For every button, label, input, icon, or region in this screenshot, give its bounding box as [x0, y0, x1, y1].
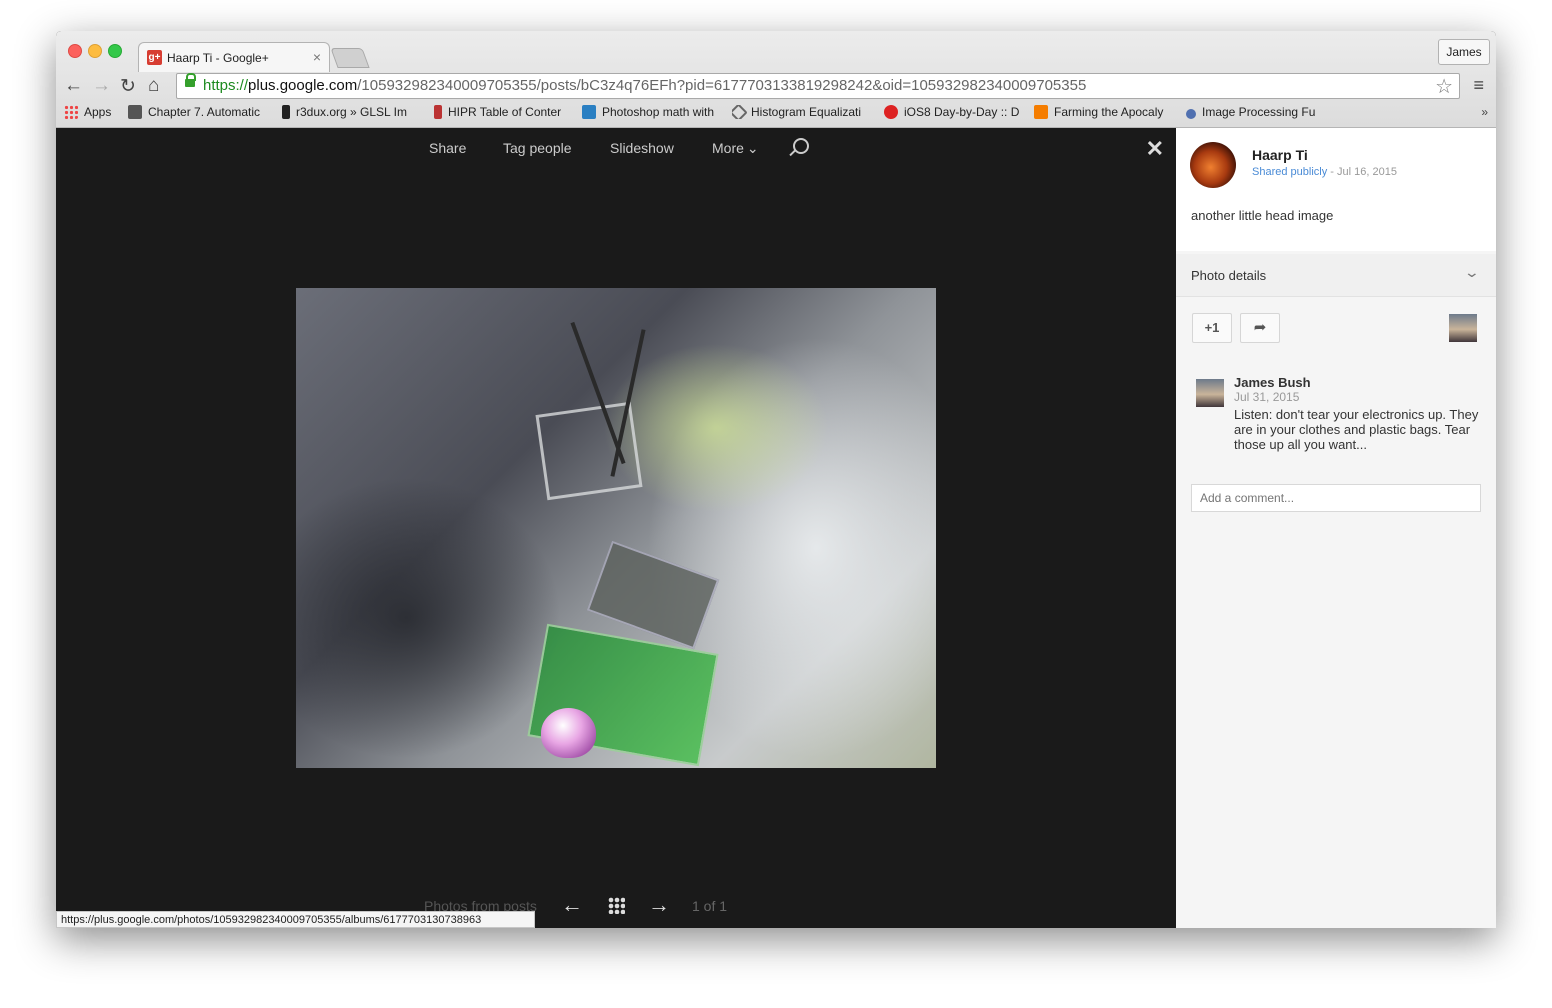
bookmark-ios8[interactable]: iOS8 Day-by-Day :: D — [884, 105, 1022, 119]
profile-button[interactable]: James — [1438, 39, 1490, 65]
reload-icon[interactable]: ↻ — [120, 75, 136, 98]
forward-arrow-icon[interactable]: → — [92, 75, 111, 97]
minimize-window-button[interactable] — [88, 44, 102, 58]
bookmark-farming[interactable]: Farming the Apocaly — [1034, 105, 1172, 119]
share-link[interactable]: Share — [429, 140, 466, 156]
share-button[interactable]: ➦ — [1240, 313, 1280, 343]
bookmark-histogram[interactable]: Histogram Equalizati — [732, 105, 870, 119]
zoom-icon[interactable] — [793, 138, 809, 154]
bookmarks-bar: Apps Chapter 7. Automatic r3dux.org » GL… — [62, 103, 1492, 123]
post-text: another little head image — [1191, 208, 1334, 223]
chevron-down-icon: ⌄ — [1463, 264, 1481, 280]
commenter-name[interactable]: James Bush — [1234, 375, 1311, 390]
photo-viewer: Share Tag people Slideshow More ⌄ ✕ Photo… — [56, 128, 1176, 928]
author-name[interactable]: Haarp Ti — [1252, 147, 1308, 163]
comment-date: Jul 31, 2015 — [1234, 390, 1300, 404]
status-bar-url: https://plus.google.com/photos/105932982… — [56, 911, 535, 928]
lock-icon — [185, 73, 196, 87]
photo-count: 1 of 1 — [692, 898, 728, 914]
address-bar[interactable]: https://plus.google.com/1059329823400097… — [176, 73, 1460, 99]
r3dux-icon — [282, 105, 290, 119]
grid-view-icon[interactable] — [608, 897, 625, 914]
bookmark-image-processing[interactable]: Image Processing Fu — [1186, 105, 1322, 119]
close-viewer-icon[interactable]: ✕ — [1146, 136, 1164, 162]
bookmarks-overflow-icon[interactable]: » — [1481, 105, 1488, 119]
hipr-icon — [434, 105, 442, 119]
plus-one-button[interactable]: +1 — [1192, 313, 1232, 343]
sale-badge-icon — [884, 105, 898, 119]
page-thumbnail-icon — [128, 105, 142, 119]
google-plus-favicon-icon: g+ — [147, 50, 162, 65]
bookmark-hipr[interactable]: HIPR Table of Conter — [434, 105, 568, 119]
tab-close-icon[interactable]: × — [313, 49, 321, 65]
blogger-icon — [1034, 105, 1048, 119]
bookmark-photoshop-math[interactable]: Photoshop math with — [582, 105, 720, 119]
browser-window: g+ Haarp Ti - Google+ × James ← → ↻ ⌂ ht… — [56, 31, 1496, 928]
photo-detail-light — [541, 708, 596, 758]
bookmark-r3dux[interactable]: r3dux.org » GLSL Im — [282, 105, 418, 119]
bookmark-chapter-7[interactable]: Chapter 7. Automatic — [128, 105, 268, 119]
zoom-window-button[interactable] — [108, 44, 122, 58]
browser-tab[interactable]: g+ Haarp Ti - Google+ × — [138, 42, 330, 72]
bookmark-star-icon[interactable]: ☆ — [1435, 74, 1453, 99]
post-header: Haarp Ti Shared publicly - Jul 16, 2015 … — [1176, 128, 1496, 251]
photo-details-label: Photo details — [1191, 268, 1267, 283]
bookmark-apps[interactable]: Apps — [64, 105, 124, 119]
next-photo-arrow-icon[interactable]: → — [648, 892, 670, 918]
plus-oner-avatar[interactable] — [1449, 314, 1477, 342]
post-sidebar: Haarp Ti Shared publicly - Jul 16, 2015 … — [1176, 128, 1496, 928]
post-photo[interactable] — [296, 288, 936, 768]
more-menu[interactable]: More ⌄ — [712, 140, 759, 157]
chevron-down-icon: ⌄ — [746, 140, 759, 156]
post-date: - Jul 16, 2015 — [1327, 166, 1397, 178]
url-text: https://plus.google.com/1059329823400097… — [203, 77, 1087, 94]
tag-people-link[interactable]: Tag people — [503, 140, 572, 156]
back-arrow-icon[interactable]: ← — [64, 75, 83, 97]
tab-title: Haarp Ti - Google+ — [167, 51, 269, 65]
slideshow-link[interactable]: Slideshow — [610, 140, 674, 156]
new-tab-button[interactable] — [330, 48, 370, 68]
share-arrow-icon: ➦ — [1253, 319, 1267, 336]
diamond-icon — [732, 105, 748, 119]
globe-icon — [1186, 109, 1196, 119]
close-window-button[interactable] — [68, 44, 82, 58]
photo-detail-board — [586, 540, 720, 650]
add-comment-input[interactable] — [1191, 484, 1481, 512]
shared-publicly-link[interactable]: Shared publicly — [1252, 166, 1327, 178]
previous-photo-arrow-icon[interactable]: ← — [561, 892, 583, 918]
apps-grid-icon — [64, 105, 78, 119]
home-icon[interactable]: ⌂ — [148, 75, 159, 97]
post-meta: Shared publicly - Jul 16, 2015 — [1252, 166, 1397, 178]
chrome-menu-icon[interactable]: ≡ — [1473, 75, 1484, 96]
author-avatar[interactable] — [1190, 142, 1236, 188]
commenter-avatar[interactable] — [1196, 379, 1224, 407]
photo-details-toggle[interactable]: Photo details ⌄ — [1176, 254, 1496, 297]
comment-text: Listen: don't tear your electronics up. … — [1234, 407, 1479, 452]
wordpress-icon — [582, 105, 596, 119]
browser-chrome: g+ Haarp Ti - Google+ × James ← → ↻ ⌂ ht… — [56, 31, 1496, 128]
